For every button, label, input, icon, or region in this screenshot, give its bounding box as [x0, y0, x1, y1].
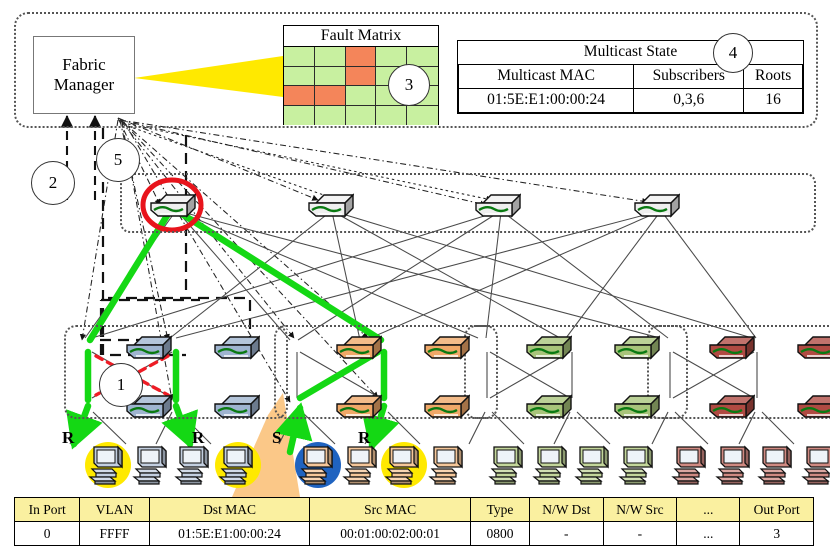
- flow-table-cell-3: 00:01:00:02:00:01: [309, 521, 471, 546]
- fault-matrix-cell-0-0[interactable]: [284, 47, 315, 67]
- pod-green-agg-switch-0[interactable]: [526, 333, 573, 368]
- pod-red-agg-switch-0[interactable]: [709, 333, 756, 368]
- pod-green-agg-switch-1[interactable]: [614, 333, 661, 368]
- callout-5[interactable]: 5: [96, 138, 140, 182]
- callout-1[interactable]: 1: [99, 363, 143, 407]
- pod-blue-agg-switch-0[interactable]: [126, 333, 173, 368]
- pod-orange-edge-switch-0[interactable]: [336, 392, 383, 427]
- flow-table-data-row: 0 FFFF 01:5E:E1:00:00:24 00:01:00:02:00:01 0…: [13, 521, 814, 546]
- pod-red-edge-switch-0[interactable]: [709, 392, 756, 427]
- pod-orange-host-0-role-label: S: [272, 428, 282, 447]
- core-switch-1[interactable]: [308, 191, 355, 226]
- multicast-state-cell-0: 01:5E:E1:00:00:24: [457, 87, 635, 114]
- pod-green-host-0[interactable]: [488, 443, 528, 490]
- fault-matrix-cell-3-4[interactable]: [407, 105, 438, 125]
- flow-table-cell-2: 01:5E:E1:00:00:24: [148, 521, 311, 546]
- flow-table-cell-4: 0800: [469, 521, 531, 546]
- multicast-state-header-0: Multicast MAC: [457, 63, 635, 89]
- multicast-state-cell-2: 16: [743, 87, 803, 114]
- pod-blue-host-3[interactable]: [218, 443, 258, 490]
- pod-green-host-1[interactable]: [532, 443, 572, 490]
- core-switch-2[interactable]: [475, 191, 522, 226]
- fault-matrix-cell-0-3[interactable]: [376, 47, 408, 67]
- fault-matrix-cell-2-2[interactable]: [345, 86, 377, 106]
- pod-red-agg-switch-1[interactable]: [797, 333, 830, 368]
- flow-table-cell-6: -: [602, 521, 678, 546]
- flow-table-header-row: In Port VLAN Dst MAC Src MAC Type N/W Dst N/W …: [13, 497, 814, 522]
- fabric-manager-label: Fabric Manager: [53, 54, 115, 94]
- core-layer-boundary: [120, 173, 816, 233]
- flow-table-cell-8: 3: [739, 521, 814, 546]
- pod-blue-edge-switch-1[interactable]: [214, 392, 261, 427]
- pod-red-host-3[interactable]: [801, 443, 830, 490]
- fault-matrix-cell-3-3[interactable]: [376, 105, 408, 125]
- multicast-state-header-row: Multicast MAC Subscribers Roots: [457, 63, 803, 89]
- flow-table-header-5: N/W Dst: [529, 497, 604, 522]
- callout-3[interactable]: 3: [388, 64, 430, 106]
- flow-table-header-0: In Port: [13, 497, 81, 522]
- pod-orange-host-0[interactable]: [298, 443, 338, 490]
- callout-4[interactable]: 4: [713, 33, 753, 73]
- fault-matrix-cell-0-2[interactable]: [345, 47, 377, 67]
- pod-red-edge-switch-1[interactable]: [797, 392, 830, 427]
- fault-matrix-cell-2-1[interactable]: [314, 86, 346, 106]
- fault-matrix-cell-3-0[interactable]: [284, 105, 315, 125]
- pod-green-edge-switch-0[interactable]: [526, 392, 573, 427]
- fault-matrix-cell-1-2[interactable]: [345, 66, 377, 86]
- flow-table-header-4: Type: [469, 497, 531, 522]
- pod-red-host-1[interactable]: [715, 443, 755, 490]
- flow-table-header-6: N/W Src: [602, 497, 678, 522]
- fault-matrix-cell-3-2[interactable]: [345, 105, 377, 125]
- flow-table[interactable]: In Port VLAN Dst MAC Src MAC Type N/W Dst N/W …: [13, 497, 814, 546]
- fault-matrix-cell-1-1[interactable]: [314, 66, 346, 86]
- flow-table-header-8: Out Port: [739, 497, 814, 522]
- flow-table-cell-1: FFFF: [79, 521, 150, 546]
- pod-orange-edge-switch-1[interactable]: [424, 392, 471, 427]
- flow-table-cell-7: ...: [676, 521, 741, 546]
- multicast-state-header-2: Roots: [743, 63, 803, 89]
- pod-orange-host-2[interactable]: [384, 443, 424, 490]
- fault-matrix-title: Fault Matrix: [284, 26, 438, 47]
- pod-blue-host-2[interactable]: [174, 443, 214, 490]
- pod-blue-host-3-role-label: R: [192, 428, 205, 447]
- fault-matrix-cell-3-1[interactable]: [314, 105, 346, 125]
- flow-table-cell-0: 0: [13, 521, 81, 546]
- pod-orange-agg-switch-1[interactable]: [424, 333, 471, 368]
- core-switch-0[interactable]: [150, 191, 197, 226]
- pod-blue-host-0[interactable]: [88, 443, 128, 490]
- multicast-state-cell-1: 0,3,6: [633, 87, 745, 114]
- pod-orange-host-1[interactable]: [342, 443, 382, 490]
- pod-orange-host-3[interactable]: [428, 443, 468, 490]
- callout-2[interactable]: 2: [31, 161, 75, 205]
- pod-blue-agg-switch-1[interactable]: [214, 333, 261, 368]
- pod-blue-host-1[interactable]: [132, 443, 172, 490]
- pod-red-host-2[interactable]: [757, 443, 797, 490]
- flow-table-header-3: Src MAC: [309, 497, 471, 522]
- flow-table-cell-5: -: [529, 521, 604, 546]
- pod-orange-agg-switch-0[interactable]: [336, 333, 383, 368]
- flow-table-header-1: VLAN: [79, 497, 150, 522]
- fault-matrix-cell-0-1[interactable]: [314, 47, 346, 67]
- pod-orange-host-2-role-label: R: [358, 428, 371, 447]
- multicast-state-data-row: 01:5E:E1:00:00:24 0,3,6 16: [457, 87, 803, 114]
- fault-matrix-cell-1-0[interactable]: [284, 66, 315, 86]
- pod-blue-host-0-role-label: R: [62, 428, 75, 447]
- fabric-manager-box[interactable]: Fabric Manager: [33, 36, 135, 114]
- pod-red-host-0[interactable]: [671, 443, 711, 490]
- flow-table-header-2: Dst MAC: [148, 497, 311, 522]
- pod-green-host-2[interactable]: [574, 443, 614, 490]
- fault-matrix-cell-2-0[interactable]: [284, 86, 315, 106]
- core-switch-3[interactable]: [634, 191, 681, 226]
- flow-table-header-7: ...: [676, 497, 741, 522]
- pod-green-edge-switch-1[interactable]: [614, 392, 661, 427]
- pod-green-host-3[interactable]: [618, 443, 658, 490]
